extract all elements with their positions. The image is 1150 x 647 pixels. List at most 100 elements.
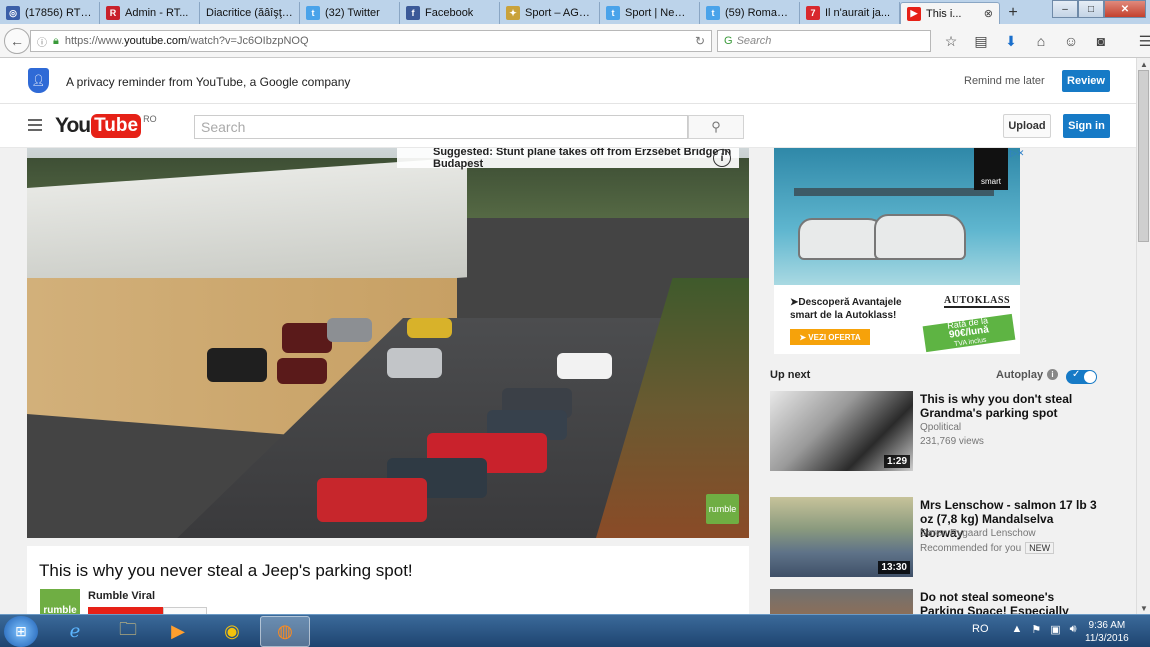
info-icon[interactable]: ⓘ bbox=[37, 34, 47, 49]
video-meta-text: Recommended for you bbox=[920, 543, 1022, 554]
display-ad[interactable]: smart ▷✕ ➤Descoperă Avantajele smart de … bbox=[774, 148, 1024, 354]
browser-tab[interactable]: t (32) Twitter bbox=[300, 2, 400, 24]
up-next-heading: Up next bbox=[770, 369, 811, 381]
autoklass-logo: AUTOKLASS bbox=[944, 295, 1011, 308]
browser-search-box[interactable]: G Search bbox=[717, 30, 931, 52]
tab-title: (32) Twitter bbox=[325, 7, 380, 19]
windows-logo-icon: ⊞ bbox=[15, 623, 27, 639]
reading-list-icon[interactable]: ▤ bbox=[970, 30, 992, 52]
related-video[interactable]: 1:29 This is why you don't steal Grandma'… bbox=[770, 391, 1100, 471]
search-engine-icon: G bbox=[724, 35, 733, 47]
browser-tab[interactable]: ▶ This i... ⊗ bbox=[900, 2, 1000, 24]
file-explorer-icon[interactable]: 🗀︎ bbox=[103, 616, 153, 647]
info-icon[interactable]: i bbox=[713, 149, 731, 167]
browser-nav-bar: ← ⓘ 🔒︎ https://www.youtube.com/watch?v=J… bbox=[0, 24, 1150, 58]
new-tab-button[interactable]: + bbox=[1000, 2, 1026, 24]
youtube-icon: ▶ bbox=[907, 6, 921, 21]
start-button[interactable]: ⊞ bbox=[4, 616, 38, 647]
home-icon[interactable]: ⌂ bbox=[1030, 30, 1052, 52]
video-thumbnail[interactable]: 1:29 bbox=[770, 391, 913, 471]
ad-image: smart bbox=[774, 148, 1020, 285]
r-logo-icon: R bbox=[106, 6, 120, 20]
browser-tab-bar: ◎ (17856) RTV ... R Admin - RT... Diacritice… bbox=[0, 0, 1150, 24]
chat-icon[interactable]: ☺ bbox=[1060, 30, 1082, 52]
browser-tab[interactable]: 7 Il n'aurait ja... bbox=[800, 2, 900, 24]
scroll-up-arrow-icon[interactable]: ▲ bbox=[1137, 58, 1150, 70]
scrollbar-thumb[interactable] bbox=[1138, 70, 1149, 242]
clock-time: 9:36 AM bbox=[1088, 620, 1126, 631]
windows-taskbar: ⊞ ℯ 🗀︎ ▶ ◉ ◍ RO ▲ ⚑ ▣ 🔊︎ 9:36 AM 11/3/20… bbox=[0, 614, 1150, 647]
minimize-button[interactable]: – bbox=[1052, 0, 1078, 18]
address-bar[interactable]: ⓘ 🔒︎ https://www.youtube.com/watch?v=Jc6… bbox=[30, 30, 712, 52]
channel-avatar[interactable]: rumble bbox=[40, 589, 80, 616]
browser-tab[interactable]: ◎ (17856) RTV ... bbox=[0, 2, 100, 24]
ad-headline: ➤Descoperă Avantajele smart de la Autokl… bbox=[790, 297, 902, 321]
download-icon[interactable]: ⬇ bbox=[1000, 30, 1022, 52]
close-tab-icon[interactable]: ⊗ bbox=[984, 7, 993, 20]
volume-icon[interactable]: 🔊︎ bbox=[1070, 623, 1077, 636]
browser-tab[interactable]: f Facebook bbox=[400, 2, 500, 24]
youtube-logo[interactable]: You Tube RO bbox=[55, 114, 157, 138]
window-controls: – □ ✕ bbox=[1052, 0, 1146, 18]
language-indicator[interactable]: RO bbox=[972, 623, 989, 636]
firefox-icon[interactable]: ◍ bbox=[260, 616, 310, 647]
autoplay-toggle[interactable]: ✓ bbox=[1066, 369, 1097, 384]
pocket-icon[interactable]: ◙ bbox=[1090, 30, 1112, 52]
maximize-button[interactable]: □ bbox=[1078, 0, 1104, 18]
network-icon[interactable]: ▣ bbox=[1050, 623, 1060, 636]
youtube-search-input[interactable]: Search bbox=[194, 115, 688, 139]
browser-toolbar: ☆ ▤ ⬇ ⌂ ☺ ◙ ☰ bbox=[940, 30, 1150, 52]
browser-tab[interactable]: ✦ Sport – AGE... bbox=[500, 2, 600, 24]
browser-tab[interactable]: t Sport | News... bbox=[600, 2, 700, 24]
twitter-icon: t bbox=[306, 6, 320, 20]
channel-name: Søren Rygaard Lenschow bbox=[920, 528, 1036, 539]
search-icon: ⚲ bbox=[711, 119, 721, 134]
tray-expand-icon[interactable]: ▲ bbox=[1012, 623, 1023, 636]
scroll-down-arrow-icon[interactable]: ▼ bbox=[1137, 602, 1150, 614]
ad-bridge-graphic bbox=[794, 188, 994, 196]
info-icon[interactable]: i bbox=[1047, 369, 1058, 380]
ad-offer-button[interactable]: ➤ VEZI OFERTA bbox=[790, 329, 870, 345]
channel-name: Qpolitical bbox=[920, 422, 962, 433]
video-meta: Recommended for you NEW bbox=[920, 542, 1055, 554]
system-tray: RO ▲ ⚑ ▣ 🔊︎ bbox=[972, 623, 1077, 636]
remind-later-link[interactable]: Remind me later bbox=[964, 75, 1045, 87]
sign-in-button[interactable]: Sign in bbox=[1063, 114, 1110, 138]
channel-name[interactable]: Rumble Viral bbox=[88, 590, 155, 602]
tab-title: (17856) RTV ... bbox=[25, 7, 93, 19]
tab-title: Admin - RT... bbox=[125, 7, 189, 19]
suggested-video-banner[interactable]: Suggested: Stunt plane takes off from Er… bbox=[397, 148, 739, 170]
video-player[interactable]: Suggested: Stunt plane takes off from Er… bbox=[27, 148, 749, 538]
browser-tab[interactable]: t (59) Romani... bbox=[700, 2, 800, 24]
region-label: RO bbox=[143, 114, 157, 124]
tab-title: Sport | News... bbox=[625, 7, 693, 19]
browser-search-placeholder: Search bbox=[736, 35, 772, 47]
ad-choices-icon[interactable]: ▷✕ bbox=[1010, 148, 1024, 158]
video-thumbnail[interactable] bbox=[770, 589, 913, 614]
bookmark-star-icon[interactable]: ☆ bbox=[940, 30, 962, 52]
flag-icon[interactable]: ⚑ bbox=[1031, 623, 1041, 636]
internet-explorer-icon[interactable]: ℯ bbox=[50, 616, 100, 647]
search-placeholder: Search bbox=[201, 119, 246, 135]
facebook-icon: f bbox=[406, 6, 420, 20]
browser-tab[interactable]: R Admin - RT... bbox=[100, 2, 200, 24]
back-button[interactable]: ← bbox=[4, 27, 30, 54]
guide-menu-icon[interactable] bbox=[28, 119, 42, 131]
video-thumbnail[interactable]: 13:30 bbox=[770, 497, 913, 577]
review-button[interactable]: Review bbox=[1062, 70, 1110, 92]
puzzle-icon: ✦ bbox=[506, 6, 520, 20]
menu-icon[interactable]: ☰ bbox=[1134, 30, 1150, 52]
reload-icon[interactable]: ↻ bbox=[695, 34, 705, 48]
back-arrow-icon: ← bbox=[10, 32, 24, 49]
related-video[interactable]: Do not steal someone's Parking Space! Es… bbox=[770, 589, 1100, 632]
taskbar-clock[interactable]: 9:36 AM 11/3/2016 bbox=[1085, 619, 1129, 645]
video-title[interactable]: This is why you don't steal Grandma's pa… bbox=[920, 392, 1100, 420]
upload-button[interactable]: Upload bbox=[1003, 114, 1051, 138]
search-button[interactable]: ⚲ bbox=[688, 115, 744, 139]
browser-tab[interactable]: Diacritice (ăâîşţ) ... bbox=[200, 2, 300, 24]
chrome-icon[interactable]: ◉ bbox=[207, 616, 257, 647]
page-scrollbar[interactable]: ▲ ▼ bbox=[1136, 58, 1150, 614]
close-window-button[interactable]: ✕ bbox=[1104, 0, 1146, 18]
related-video[interactable]: 13:30 Mrs Lenschow - salmon 17 lb 3 oz (7… bbox=[770, 497, 1100, 577]
media-player-icon[interactable]: ▶ bbox=[153, 616, 203, 647]
